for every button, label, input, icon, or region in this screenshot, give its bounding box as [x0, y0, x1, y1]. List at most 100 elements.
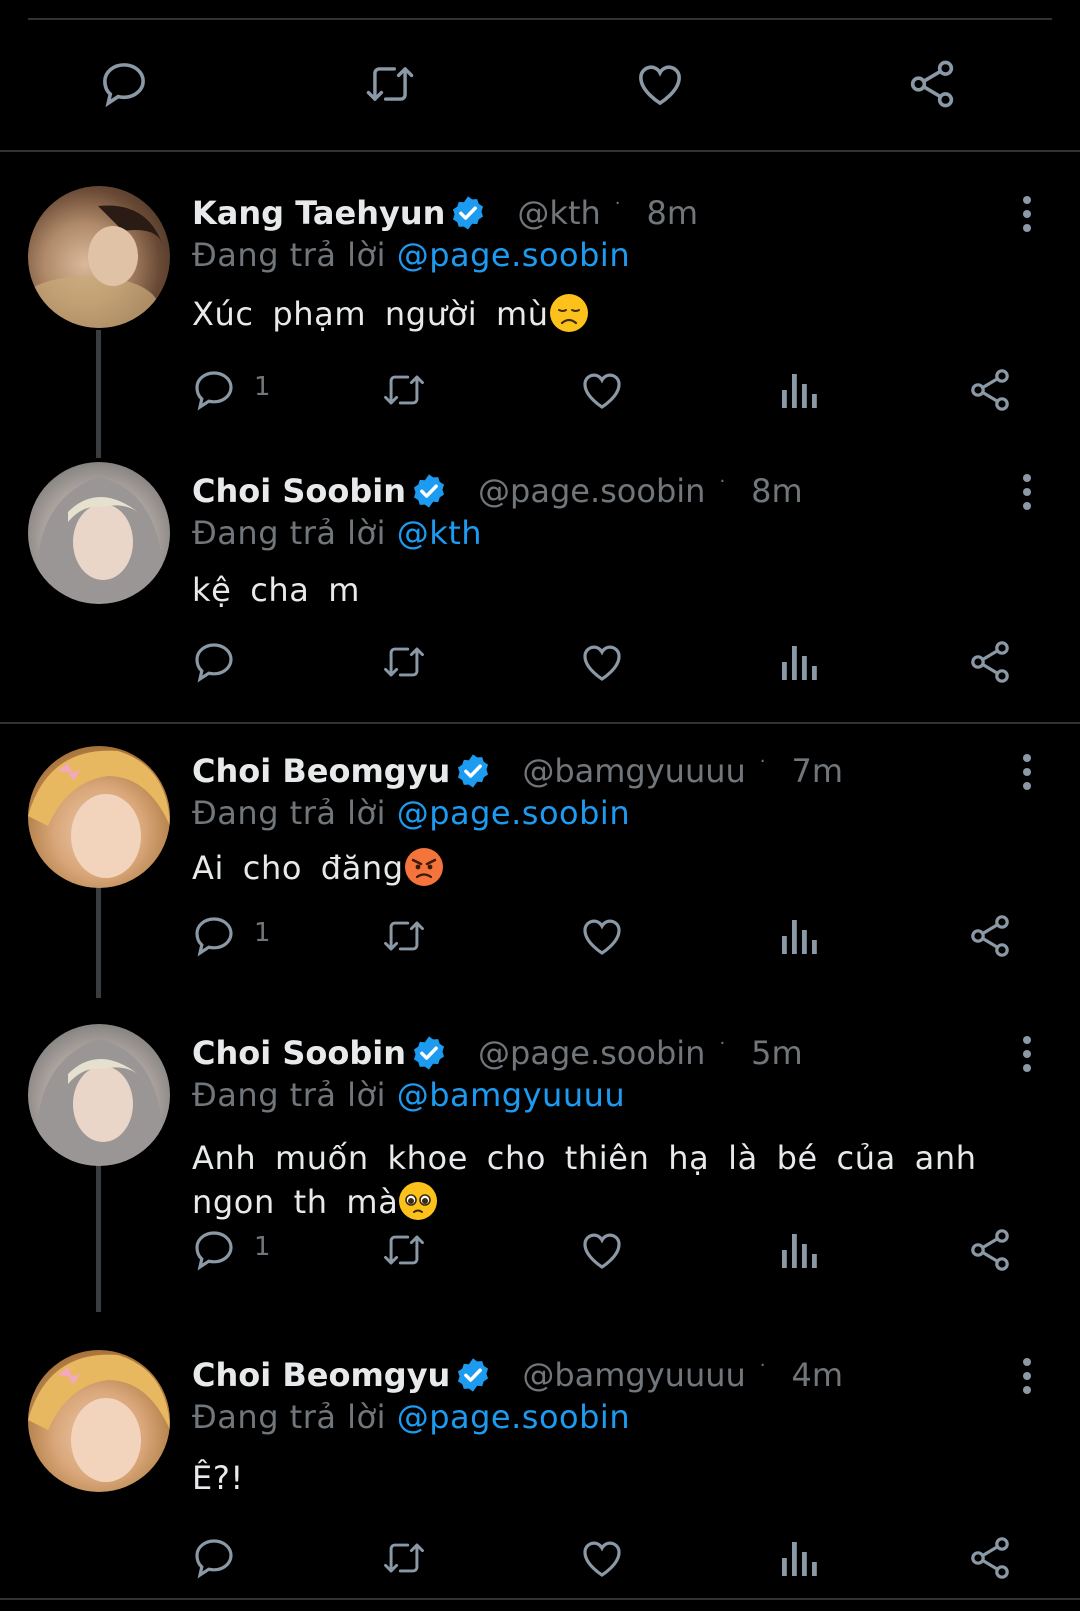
section-divider: [0, 722, 1080, 724]
like-icon[interactable]: [578, 912, 626, 960]
share-icon[interactable]: [966, 1534, 1014, 1582]
retweet-icon[interactable]: [380, 1226, 428, 1274]
verified-badge-icon: [453, 196, 484, 230]
display-name[interactable]: Choi Soobin: [192, 472, 406, 510]
timestamp[interactable]: 5m: [751, 1034, 803, 1072]
tweet-text: Ai cho đăng: [192, 846, 1032, 890]
avatar[interactable]: [28, 462, 170, 604]
tweet-text: Anh muốn khoe cho thiên hạ là bé của anh…: [192, 1136, 1032, 1224]
like-icon[interactable]: [578, 366, 626, 414]
avatar[interactable]: [28, 1350, 170, 1492]
tweet-text-content: Ê?!: [192, 1459, 244, 1497]
like-icon[interactable]: [578, 638, 626, 686]
retweet-icon[interactable]: [380, 638, 428, 686]
analytics-icon[interactable]: [776, 912, 824, 960]
display-name[interactable]: Kang Taehyun: [192, 194, 445, 232]
mention-link[interactable]: @page.soobin: [397, 236, 630, 274]
mention-link[interactable]: @page.soobin: [397, 1398, 630, 1436]
reply-icon[interactable]: [190, 912, 238, 960]
handle[interactable]: @bamgyuuuu: [522, 752, 745, 790]
analytics-icon[interactable]: [776, 366, 824, 414]
more-options-icon[interactable]: [1020, 1034, 1034, 1074]
reply-icon[interactable]: [190, 366, 238, 414]
replying-to: Đang trả lời @page.soobin: [192, 794, 630, 832]
avatar[interactable]: [28, 746, 170, 888]
reply-icon[interactable]: [190, 638, 238, 686]
replying-to-label: Đang trả lời: [192, 236, 397, 274]
share-icon[interactable]: [966, 1226, 1014, 1274]
reply-count: 1: [254, 1232, 271, 1262]
tweet-text-content: kệ cha m: [192, 571, 361, 609]
display-name[interactable]: Choi Soobin: [192, 1034, 406, 1072]
avatar[interactable]: [28, 186, 170, 328]
tweet-text: Xúc phạm người mù: [192, 292, 1032, 336]
timestamp[interactable]: 8m: [647, 194, 699, 232]
verified-badge-icon: [413, 474, 445, 508]
tweet-actions: [0, 1534, 1080, 1582]
handle[interactable]: @page.soobin: [478, 472, 705, 510]
replying-to: Đang trả lời @page.soobin: [192, 1398, 630, 1436]
tweet-header: Choi Beomgyu @bamgyuuuu · 4m: [192, 1352, 843, 1398]
replying-to: Đang trả lời @kth: [192, 514, 482, 552]
analytics-icon[interactable]: [776, 1534, 824, 1582]
section-divider: [0, 150, 1080, 152]
separator-dot: ·: [614, 192, 621, 214]
separator-dot: ·: [759, 750, 766, 772]
tweet-header: Choi Soobin @page.soobin · 5m: [192, 1030, 803, 1076]
more-options-icon[interactable]: [1020, 1356, 1034, 1396]
reply-icon[interactable]: [190, 1534, 238, 1582]
verified-badge-icon: [458, 754, 489, 788]
more-options-icon[interactable]: [1020, 194, 1034, 234]
pleading-face-emoji: [399, 1182, 438, 1220]
timestamp[interactable]: 7m: [792, 752, 844, 790]
bottom-divider: [0, 1598, 1080, 1600]
retweet-icon[interactable]: [380, 1534, 428, 1582]
retweet-icon[interactable]: [362, 56, 418, 112]
tweet-actions: 1: [0, 366, 1080, 414]
avatar[interactable]: [28, 1024, 170, 1166]
replying-to: Đang trả lời @bamgyuuuu: [192, 1076, 625, 1114]
verified-badge-icon: [458, 1358, 489, 1392]
tweet-header: Kang Taehyun @kth · 8m: [192, 190, 698, 236]
replying-to-label: Đang trả lời: [192, 514, 397, 552]
like-icon[interactable]: [632, 56, 688, 112]
more-options-icon[interactable]: [1020, 472, 1034, 512]
timestamp[interactable]: 4m: [792, 1356, 844, 1394]
mention-link[interactable]: @bamgyuuuu: [397, 1076, 625, 1114]
analytics-icon[interactable]: [776, 1226, 824, 1274]
display-name[interactable]: Choi Beomgyu: [192, 752, 450, 790]
handle[interactable]: @bamgyuuuu: [522, 1356, 745, 1394]
handle[interactable]: @page.soobin: [478, 1034, 705, 1072]
tweet-text: Ê?!: [192, 1456, 1032, 1500]
conversation-thread: Kang Taehyun @kth · 8m Đang trả lời @pag…: [0, 0, 1080, 1611]
replying-to-label: Đang trả lời: [192, 1398, 397, 1436]
parent-tweet-actions: [0, 0, 1080, 150]
share-icon[interactable]: [904, 56, 960, 112]
analytics-icon[interactable]: [776, 638, 824, 686]
replying-to-label: Đang trả lời: [192, 794, 397, 832]
reply-icon[interactable]: [96, 56, 152, 112]
angry-face-emoji: [404, 848, 443, 886]
display-name[interactable]: Choi Beomgyu: [192, 1356, 450, 1394]
like-icon[interactable]: [578, 1226, 626, 1274]
replying-to: Đang trả lời @page.soobin: [192, 236, 630, 274]
separator-dot: ·: [759, 1354, 766, 1376]
retweet-icon[interactable]: [380, 912, 428, 960]
tweet-actions: 1: [0, 912, 1080, 960]
replying-to-label: Đang trả lời: [192, 1076, 397, 1114]
mention-link[interactable]: @kth: [397, 514, 482, 552]
tweet-text-content: Anh muốn khoe cho thiên hạ là bé của anh…: [192, 1139, 977, 1221]
more-options-icon[interactable]: [1020, 752, 1034, 792]
separator-dot: ·: [719, 1032, 726, 1054]
handle[interactable]: @kth: [517, 194, 600, 232]
reply-count: 1: [254, 918, 271, 948]
retweet-icon[interactable]: [380, 366, 428, 414]
share-icon[interactable]: [966, 638, 1014, 686]
timestamp[interactable]: 8m: [751, 472, 803, 510]
share-icon[interactable]: [966, 366, 1014, 414]
verified-badge-icon: [413, 1036, 445, 1070]
like-icon[interactable]: [578, 1534, 626, 1582]
share-icon[interactable]: [966, 912, 1014, 960]
reply-icon[interactable]: [190, 1226, 238, 1274]
mention-link[interactable]: @page.soobin: [397, 794, 630, 832]
